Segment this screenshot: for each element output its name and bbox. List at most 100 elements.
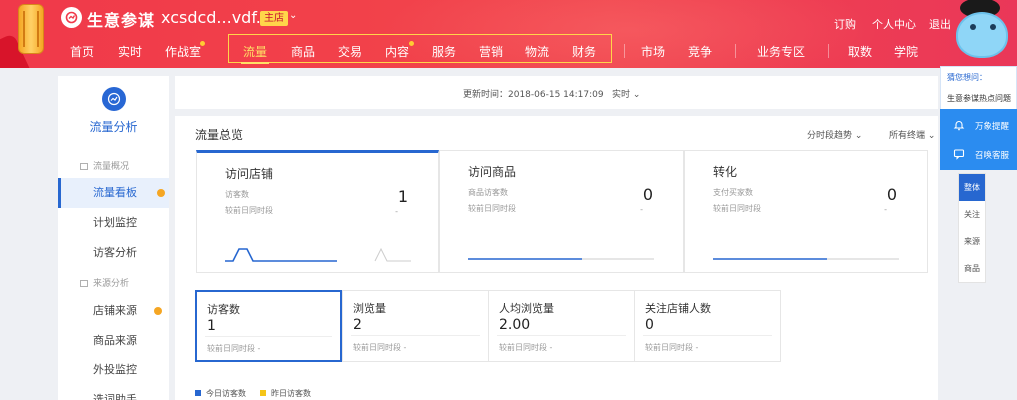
quick-tabs: 整体 关注 来源 商品 bbox=[958, 173, 986, 283]
bell-icon bbox=[953, 121, 965, 131]
nav-content[interactable]: 内容 bbox=[385, 43, 409, 60]
legend-swatch bbox=[195, 390, 201, 396]
nav-data-fetch[interactable]: 取数 bbox=[848, 43, 872, 60]
notification-dot bbox=[157, 189, 165, 197]
card-metric-value: 1 bbox=[397, 187, 408, 206]
nav-goods[interactable]: 商品 bbox=[291, 43, 315, 60]
metric-visitors[interactable]: 访客数 1 较前日同时段 - bbox=[195, 290, 342, 362]
metric-avg-pageviews[interactable]: 人均浏览量 2.00 较前日同时段 - bbox=[488, 290, 635, 362]
nav-group-highlight bbox=[228, 34, 612, 63]
legend-swatch bbox=[260, 390, 266, 396]
faq-hot-link[interactable]: 生意参谋热点问题 bbox=[947, 93, 1011, 104]
realtime-dropdown[interactable]: 实时 ⌄ bbox=[612, 87, 640, 100]
customer-service-button[interactable]: 召唤客服 bbox=[940, 138, 1017, 170]
shop-name[interactable]: xcsdcd...vdf... bbox=[161, 8, 271, 27]
alert-button[interactable]: 万象提醒 bbox=[940, 109, 1017, 141]
card-compare-value: - bbox=[640, 205, 643, 214]
nav-active-indicator bbox=[241, 62, 269, 64]
nav-competition[interactable]: 竞争 bbox=[688, 43, 712, 60]
lantern-decoration bbox=[10, 0, 50, 64]
sidebar-item-plan-monitor[interactable]: 计划监控 bbox=[58, 208, 169, 238]
card-conversion[interactable]: 转化 支付买家数 0 较前日同时段 - bbox=[684, 150, 928, 273]
logo-icon[interactable] bbox=[61, 7, 82, 28]
metric-label: 关注店铺人数 bbox=[645, 302, 711, 315]
metric-value: 1 bbox=[207, 318, 216, 334]
subscribe-link[interactable]: 订购 bbox=[834, 16, 856, 32]
metric-value: 2.00 bbox=[499, 317, 531, 333]
sidebar-title: 流量分析 bbox=[89, 120, 138, 134]
card-visit-shop[interactable]: 访问店铺 访客数 1 较前日同时段 - bbox=[196, 150, 439, 273]
metric-pageviews[interactable]: 浏览量 2 较前日同时段 - bbox=[342, 290, 489, 362]
metric-shop-followers[interactable]: 关注店铺人数 0 较前日同时段 - bbox=[634, 290, 781, 362]
metric-value: 2 bbox=[353, 317, 362, 333]
card-title: 转化 bbox=[713, 165, 738, 179]
chat-icon bbox=[953, 149, 965, 160]
nav-home[interactable]: 首页 bbox=[70, 43, 94, 60]
card-metric-label: 访客数 bbox=[225, 190, 249, 199]
metric-value: 0 bbox=[645, 317, 654, 333]
nav-realtime[interactable]: 实时 bbox=[118, 43, 142, 60]
nav-academy[interactable]: 学院 bbox=[894, 43, 918, 60]
update-bar: 更新时间：2018-06-15 14:17:09 实时 ⌄ bbox=[175, 76, 938, 109]
sidebar-item-external-monitor[interactable]: 外投监控 bbox=[58, 355, 169, 385]
left-sidebar: 流量分析 流量概况 流量看板 计划监控 访客分析 来源分析 店铺来源 商品来源 … bbox=[58, 76, 169, 400]
sidebar-item-keyword-assistant[interactable]: 选词助手 bbox=[58, 385, 169, 400]
nav-business-zone[interactable]: 业务专区 bbox=[757, 43, 805, 60]
card-metric-label: 商品访客数 bbox=[468, 188, 508, 197]
tab-follow[interactable]: 关注 bbox=[959, 201, 985, 228]
sparkline-chart bbox=[713, 258, 899, 260]
nav-warroom-dot bbox=[200, 41, 205, 46]
tab-goods[interactable]: 商品 bbox=[959, 255, 985, 282]
nav-logistics[interactable]: 物流 bbox=[525, 43, 549, 60]
app-title[interactable]: 生意参谋 bbox=[87, 7, 155, 31]
tab-overall[interactable]: 整体 bbox=[959, 174, 985, 201]
main-shop-badge: 主店 bbox=[260, 11, 288, 26]
bar-chart-icon bbox=[80, 280, 88, 287]
sparkline-chart bbox=[468, 258, 654, 260]
tab-source[interactable]: 来源 bbox=[959, 228, 985, 255]
top-header: 生意参谋 xcsdcd...vdf... 主店 ⌄ 订购 个人中心 退出 首页 … bbox=[0, 0, 1017, 68]
nav-warroom[interactable]: 作战室 bbox=[165, 43, 201, 60]
sidebar-group-source: 来源分析 bbox=[80, 276, 129, 289]
divider bbox=[643, 335, 772, 336]
card-metric-label: 支付买家数 bbox=[713, 188, 753, 197]
divider bbox=[205, 336, 332, 337]
sidebar-item-goods-source[interactable]: 商品来源 bbox=[58, 326, 169, 356]
card-title: 访问店铺 bbox=[225, 167, 274, 181]
card-visit-goods[interactable]: 访问商品 商品访客数 0 较前日同时段 - bbox=[439, 150, 684, 273]
traffic-overview-panel: 流量总览 分时段趋势 ⌄ 所有终端 ⌄ 访问店铺 访客数 1 较前日同时段 - … bbox=[175, 116, 938, 400]
sparkline-chart bbox=[225, 247, 411, 262]
mascot-illustration bbox=[948, 0, 1017, 68]
card-compare-label: 较前日同时段 bbox=[468, 204, 516, 213]
time-trend-dropdown[interactable]: 分时段趋势 ⌄ bbox=[807, 128, 862, 141]
chevron-down-icon[interactable]: ⌄ bbox=[289, 10, 297, 21]
divider bbox=[497, 335, 626, 336]
user-center-link[interactable]: 个人中心 bbox=[872, 16, 916, 32]
traffic-analysis-icon bbox=[102, 87, 126, 111]
divider bbox=[351, 335, 480, 336]
nav-service[interactable]: 服务 bbox=[432, 43, 456, 60]
card-compare-label: 较前日同时段 bbox=[713, 204, 761, 213]
metric-label: 人均浏览量 bbox=[499, 302, 554, 315]
nav-market[interactable]: 市场 bbox=[641, 43, 665, 60]
device-dropdown[interactable]: 所有终端 ⌄ bbox=[889, 128, 935, 141]
nav-finance[interactable]: 财务 bbox=[572, 43, 596, 60]
sidebar-item-traffic-board[interactable]: 流量看板 bbox=[58, 178, 169, 208]
sidebar-item-shop-source[interactable]: 店铺来源 bbox=[58, 296, 169, 326]
sidebar-item-visitor-analysis[interactable]: 访客分析 bbox=[58, 238, 169, 268]
nav-marketing[interactable]: 营销 bbox=[479, 43, 503, 60]
nav-traffic[interactable]: 流量 bbox=[243, 43, 267, 60]
nav-trade[interactable]: 交易 bbox=[338, 43, 362, 60]
notification-dot bbox=[154, 307, 162, 315]
card-title: 访问商品 bbox=[468, 165, 517, 179]
faq-heading: 猜您想问： bbox=[947, 73, 987, 82]
card-compare-label: 较前日同时段 bbox=[225, 206, 273, 215]
bar-chart-icon bbox=[80, 163, 88, 170]
metric-compare: 较前日同时段 - bbox=[353, 343, 407, 352]
legend-yesterday[interactable]: 昨日访客数 bbox=[260, 388, 311, 399]
nav-content-dot bbox=[409, 41, 414, 46]
card-metric-value: 0 bbox=[886, 185, 897, 204]
metric-compare: 较前日同时段 - bbox=[207, 344, 261, 353]
metric-compare: 较前日同时段 - bbox=[645, 343, 699, 352]
legend-today[interactable]: 今日访客数 bbox=[195, 388, 246, 399]
